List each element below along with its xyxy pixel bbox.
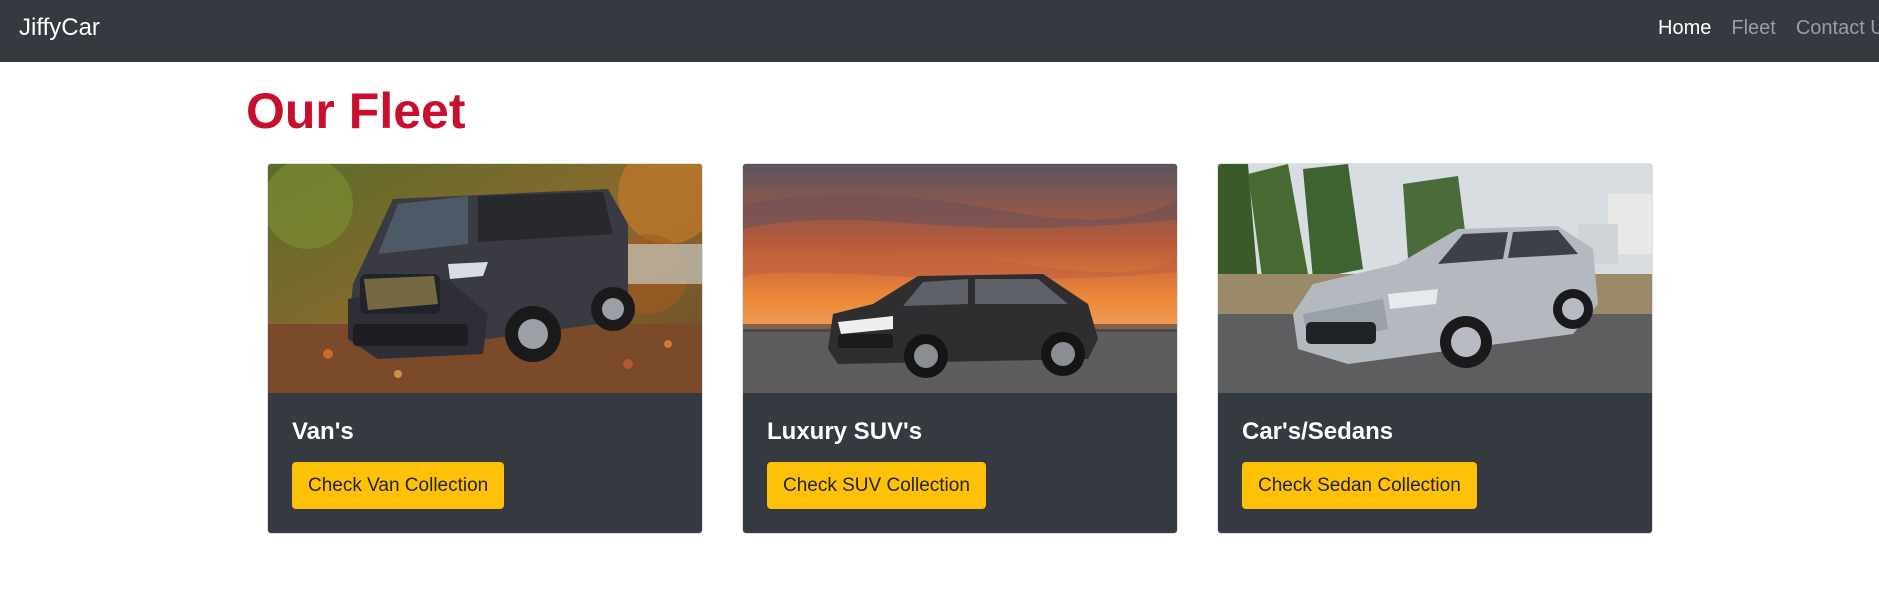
nav-link-home[interactable]: Home [1658, 17, 1711, 40]
nav-links: Home Fleet Contact Us [1658, 17, 1879, 40]
check-sedan-collection-button[interactable]: Check Sedan Collection [1242, 462, 1477, 509]
check-suv-collection-button[interactable]: Check SUV Collection [767, 462, 986, 509]
fleet-card-sedan: Car's/Sedans Check Sedan Collection [1217, 163, 1653, 534]
van-image [268, 164, 702, 393]
brand-logo-link[interactable]: JiffyCar [19, 14, 100, 42]
card-title: Luxury SUV's [767, 418, 923, 445]
suv-image [743, 164, 1177, 393]
card-title: Van's [292, 418, 354, 445]
nav-link-fleet[interactable]: Fleet [1731, 17, 1775, 40]
check-van-collection-button[interactable]: Check Van Collection [292, 462, 505, 509]
page-title: Our Fleet [246, 83, 466, 139]
fleet-card-van: Van's Check Van Collection [267, 163, 703, 534]
fleet-card-suv: Luxury SUV's Check SUV Collection [742, 163, 1178, 534]
sedan-image [1218, 164, 1652, 393]
card-title: Car's/Sedans [1242, 418, 1394, 445]
nav-link-contact[interactable]: Contact Us [1796, 17, 1879, 40]
top-navbar: JiffyCar Home Fleet Contact Us [0, 0, 1879, 62]
